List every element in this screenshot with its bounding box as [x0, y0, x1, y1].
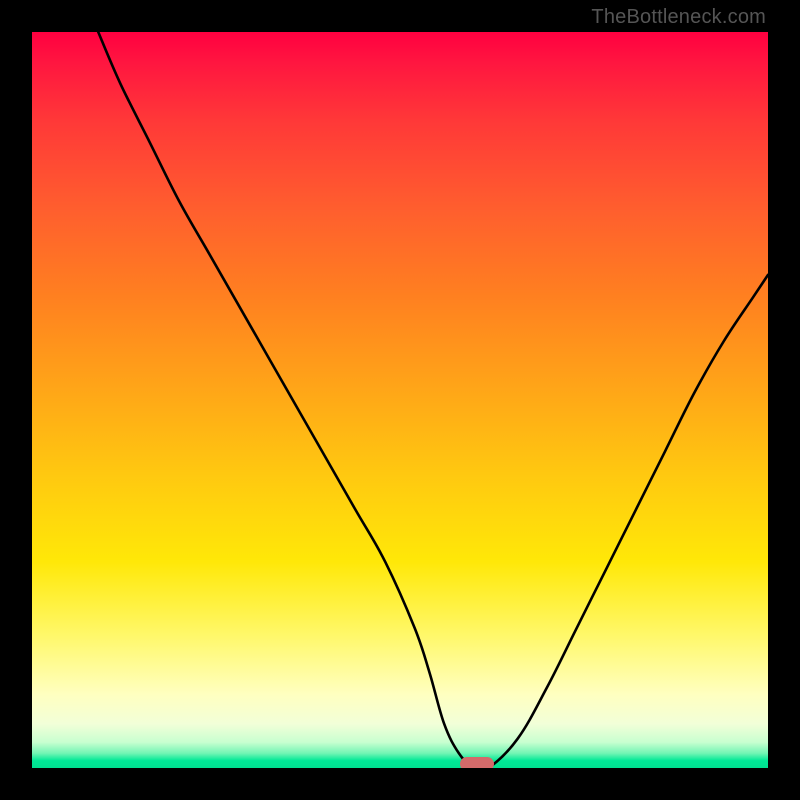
optimum-marker — [460, 757, 494, 768]
chart-frame: TheBottleneck.com — [0, 0, 800, 800]
watermark-text: TheBottleneck.com — [591, 6, 766, 29]
plot-area — [32, 32, 768, 768]
bottleneck-curve — [98, 32, 768, 768]
curve-layer — [32, 32, 768, 768]
